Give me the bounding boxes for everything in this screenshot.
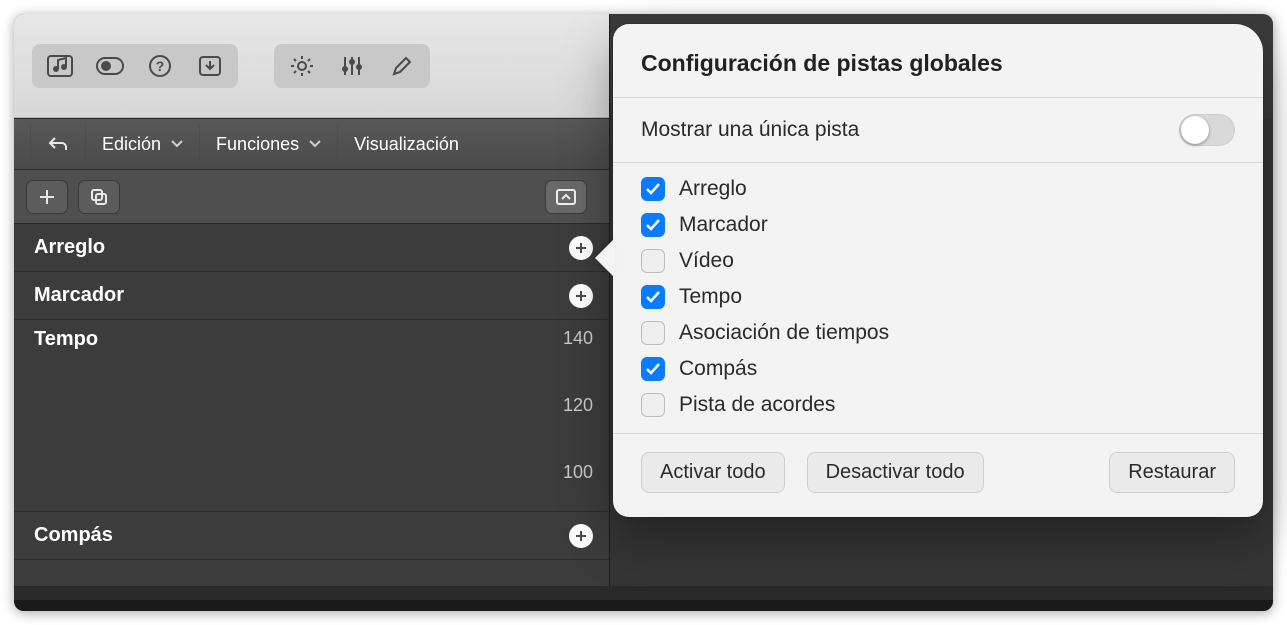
collapse-up-icon	[556, 189, 576, 205]
add-region-button[interactable]	[569, 524, 593, 548]
plus-icon	[39, 189, 55, 205]
chevron-down-icon	[309, 140, 321, 148]
tempo-tick: 140	[563, 328, 593, 349]
duplicate-icon	[90, 188, 108, 206]
smart-controls-button[interactable]	[277, 47, 327, 85]
chevron-down-icon	[171, 140, 183, 148]
option-label: Vídeo	[679, 249, 734, 273]
option-label: Arreglo	[679, 177, 747, 201]
option-arreglo[interactable]: Arreglo	[641, 177, 1235, 201]
option-label: Marcador	[679, 213, 768, 237]
edit-pencil-button[interactable]	[377, 47, 427, 85]
tempo-tick: 120	[563, 395, 593, 416]
option-label: Compás	[679, 357, 757, 381]
single-track-row: Mostrar una única pista	[613, 98, 1263, 163]
option-video[interactable]: Vídeo	[641, 249, 1235, 273]
track-options-list: Arreglo Marcador Vídeo Tempo Asociación …	[613, 163, 1263, 434]
option-asociacion-tiempos[interactable]: Asociación de tiempos	[641, 321, 1235, 345]
restore-button[interactable]: Restaurar	[1109, 452, 1235, 493]
checkbox-icon	[641, 321, 665, 345]
menu-label: Visualización	[354, 134, 459, 155]
editor-menu-bar: Edición Funciones Visualización	[14, 118, 609, 170]
mixer-button[interactable]	[327, 47, 377, 85]
single-track-toggle[interactable]	[1179, 114, 1235, 146]
popover-actions: Activar todo Desactivar todo Restaurar	[613, 434, 1263, 509]
menu-edicion[interactable]: Edición	[86, 125, 200, 163]
track-label: Arreglo	[34, 236, 569, 259]
menu-visualizacion[interactable]: Visualización	[338, 125, 475, 163]
checkbox-icon	[641, 285, 665, 309]
toolbar-group-left: ?	[32, 44, 238, 88]
tempo-tick: 100	[563, 462, 593, 483]
add-region-button[interactable]	[569, 236, 593, 260]
track-tools-bar	[14, 170, 609, 224]
option-tempo[interactable]: Tempo	[641, 285, 1235, 309]
timeline-strip[interactable]	[14, 599, 1273, 611]
return-up-button[interactable]	[30, 125, 86, 163]
toolbar-group-right	[274, 44, 430, 88]
main-toolbar: ?	[14, 14, 609, 118]
menu-funciones[interactable]: Funciones	[200, 125, 338, 163]
checkbox-icon	[641, 213, 665, 237]
checkbox-icon	[641, 249, 665, 273]
checkbox-icon	[641, 177, 665, 201]
left-pane: ?	[14, 14, 610, 611]
add-region-button[interactable]	[569, 284, 593, 308]
track-label: Marcador	[34, 284, 569, 307]
popover-arrow	[595, 238, 615, 278]
track-row-tempo[interactable]: Tempo 140 120 100	[14, 320, 609, 512]
menu-label: Funciones	[216, 134, 299, 155]
option-label: Asociación de tiempos	[679, 321, 889, 345]
track-row-marcador[interactable]: Marcador	[14, 272, 609, 320]
track-label: Compás	[34, 524, 569, 547]
download-button[interactable]	[185, 47, 235, 85]
tempo-scale: 140 120 100	[563, 328, 593, 483]
track-row-compas[interactable]: Compás	[14, 512, 609, 560]
duplicate-track-button[interactable]	[78, 180, 120, 214]
add-track-button[interactable]	[26, 180, 68, 214]
help-button[interactable]: ?	[135, 47, 185, 85]
option-label: Pista de acordes	[679, 393, 835, 417]
single-track-label: Mostrar una única pista	[641, 118, 1179, 142]
option-label: Tempo	[679, 285, 742, 309]
disable-all-button[interactable]: Desactivar todo	[807, 452, 984, 493]
checkbox-icon	[641, 357, 665, 381]
option-compas[interactable]: Compás	[641, 357, 1235, 381]
library-button[interactable]	[35, 47, 85, 85]
global-tracks-list: Arreglo Marcador Tempo 140 120 100 Compá…	[14, 224, 609, 560]
toggle-knob	[1181, 116, 1209, 144]
enable-all-button[interactable]: Activar todo	[641, 452, 785, 493]
popover-title: Configuración de pistas globales	[613, 24, 1263, 98]
track-label: Tempo	[34, 328, 98, 350]
global-tracks-config-button[interactable]	[545, 180, 587, 214]
menu-label: Edición	[102, 134, 161, 155]
controls-button[interactable]	[85, 47, 135, 85]
return-up-icon	[47, 135, 69, 153]
option-pista-acordes[interactable]: Pista de acordes	[641, 393, 1235, 417]
global-tracks-popover: Configuración de pistas globales Mostrar…	[613, 24, 1263, 517]
track-row-arreglo[interactable]: Arreglo	[14, 224, 609, 272]
checkbox-icon	[641, 393, 665, 417]
option-marcador[interactable]: Marcador	[641, 213, 1235, 237]
svg-text:?: ?	[156, 58, 165, 74]
